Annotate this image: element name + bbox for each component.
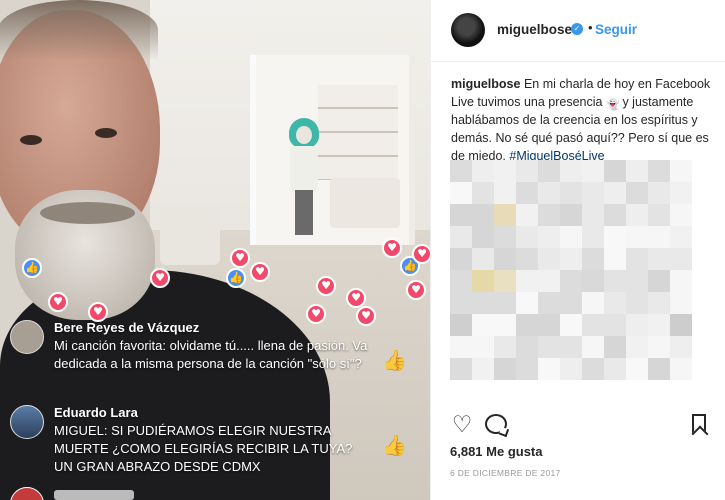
bookmark-icon[interactable] [692, 414, 706, 434]
separator-dot: • [588, 20, 593, 35]
comment-author[interactable]: Eduardo Lara [54, 405, 138, 420]
background-shelf [318, 85, 398, 180]
live-comment: Eduardo Lara MIGUEL: SI PUDIÉRAMOS ELEGI… [10, 405, 420, 485]
heart-reaction-icon: ♥ [230, 248, 250, 268]
heart-reaction-icon: ♥ [412, 244, 430, 264]
heart-reaction-icon: ♥ [48, 292, 68, 312]
post-header: miguelbose ✓ • Seguir [431, 0, 725, 62]
heart-reaction-icon: ♥ [150, 268, 170, 288]
comment-text: Mi canción favorita: olvidame tú..... ll… [54, 338, 368, 371]
comment-icon[interactable] [485, 414, 507, 434]
live-video-frame[interactable]: ♥ ♥ 👍 ♥ 👍 ♥ ♥ ♥ 👍 ♥ ♥ ♥ ♥ ♥ ♥ Bere Reyes… [0, 0, 430, 500]
follow-button[interactable]: Seguir [595, 22, 637, 37]
heart-icon[interactable]: ♡ [449, 412, 475, 438]
thumbs-up-reaction-icon: 👍 [22, 258, 42, 278]
blurred-comments [450, 160, 700, 380]
thumbs-up-icon[interactable]: 👍 [382, 433, 407, 457]
background-figure [287, 118, 321, 238]
heart-reaction-icon: ♥ [346, 288, 366, 308]
heart-reaction-icon: ♥ [382, 238, 402, 258]
thumbs-up-reaction-icon: 👍 [226, 268, 246, 288]
caption-username[interactable]: miguelbose [451, 77, 520, 91]
post-actions: ♡ [431, 410, 725, 440]
background-table [330, 178, 400, 228]
post-username[interactable]: miguelbose [497, 22, 572, 37]
live-comment: Bere Reyes de Vázquez Mi canción favorit… [10, 320, 420, 400]
thumbs-up-icon[interactable]: 👍 [382, 348, 407, 372]
heart-reaction-icon: ♥ [250, 262, 270, 282]
likes-count[interactable]: 6,881 Me gusta [450, 444, 543, 459]
avatar[interactable] [10, 320, 44, 354]
post-caption: miguelbose En mi charla de hoy en Facebo… [451, 75, 713, 165]
comment-author-cropped [54, 490, 134, 500]
heart-reaction-icon: ♥ [88, 302, 108, 322]
comment-text: MIGUEL: SI PUDIÉRAMOS ELEGIR NUESTRA MUE… [54, 423, 353, 474]
post-date: 6 DE DICIEMBRE DE 2017 [450, 468, 561, 478]
heart-reaction-icon: ♥ [316, 276, 336, 296]
profile-avatar[interactable] [451, 13, 485, 47]
verified-badge-icon: ✓ [571, 23, 583, 35]
heart-reaction-icon: ♥ [406, 280, 426, 300]
avatar[interactable] [10, 405, 44, 439]
ghost-emoji-icon: 👻 [605, 98, 620, 111]
comment-author[interactable]: Bere Reyes de Vázquez [54, 320, 199, 335]
